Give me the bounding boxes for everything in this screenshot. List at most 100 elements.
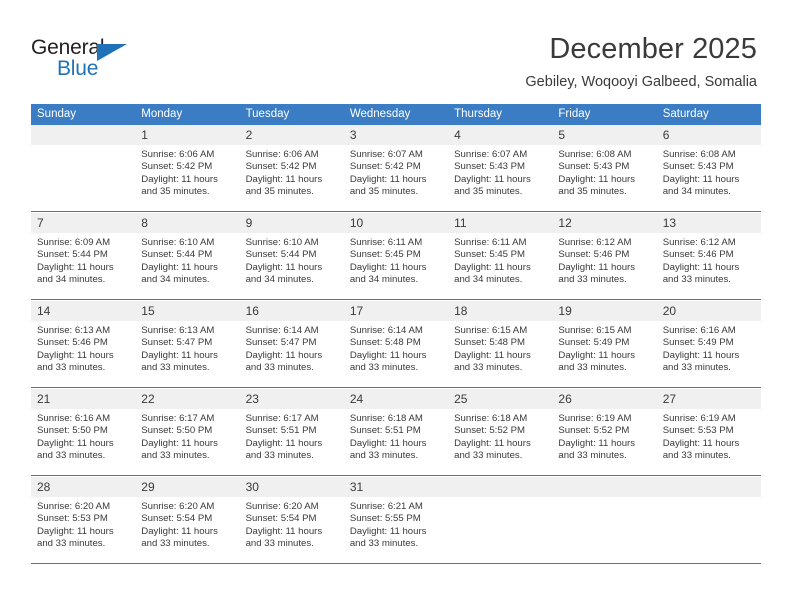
day-number-cell[interactable]: 13 (656, 213, 761, 233)
day-number-cell[interactable]: 9 (239, 213, 344, 233)
day-sunrise-text: Sunrise: 6:20 AM (141, 501, 215, 512)
week-info-row: Sunrise: 6:16 AM Sunset: 5:50 PM Daylight:… (31, 409, 761, 475)
day-number-cell[interactable]: 20 (656, 301, 761, 321)
day-sunrise-text: Sunrise: 6:12 AM (662, 237, 736, 248)
day-daylight1-text: Daylight: 11 hours (37, 525, 114, 537)
day-info-cell: Sunrise: 6:17 AM Sunset: 5:50 PM Daylight:… (135, 409, 239, 475)
day-sunrise-text: Sunrise: 6:14 AM (349, 325, 423, 336)
day-number-cell[interactable]: 12 (552, 213, 657, 233)
day-sunrise-text: Sunrise: 6:11 AM (454, 237, 527, 248)
day-sunset-text: Sunset: 5:43 PM (662, 161, 734, 173)
day-daylight2-text: and 34 minutes. (141, 273, 210, 285)
weekday-header-friday: Friday (552, 104, 657, 125)
day-daylight1-text: Daylight: 11 hours (558, 437, 636, 449)
day-info-cell: Sunrise: 6:09 AM Sunset: 5:44 PM Daylight:… (31, 233, 135, 299)
day-info-cell: Sunrise: 6:19 AM Sunset: 5:52 PM Daylight:… (552, 409, 656, 475)
day-number-cell[interactable]: 25 (448, 389, 553, 409)
weekday-header-sunday: Sunday (31, 104, 136, 125)
day-number-cell[interactable]: 22 (135, 389, 240, 409)
page-title: December 2025 (549, 33, 757, 65)
day-number-cell[interactable]: 11 (448, 213, 553, 233)
day-sunrise-text: Sunrise: 6:18 AM (349, 413, 423, 424)
day-sunset-text: Sunset: 5:47 PM (245, 337, 317, 349)
day-daylight1-text: Daylight: 11 hours (141, 261, 218, 273)
day-daylight2-text: and 33 minutes. (245, 449, 314, 461)
day-number-cell[interactable]: 27 (656, 389, 761, 409)
day-daylight1-text: Daylight: 11 hours (454, 349, 531, 361)
day-number-cell[interactable]: 28 (31, 477, 136, 497)
day-sunset-text: Sunset: 5:53 PM (662, 425, 734, 437)
day-daylight2-text: and 33 minutes. (349, 449, 419, 461)
day-number-cell[interactable]: 5 (552, 125, 657, 145)
day-number-cell[interactable]: 16 (239, 301, 344, 321)
day-daylight1-text: Daylight: 11 hours (349, 261, 427, 273)
day-daylight2-text: and 33 minutes. (349, 537, 419, 549)
day-info-cell: Sunrise: 6:19 AM Sunset: 5:53 PM Daylight:… (657, 409, 761, 475)
day-number-cell[interactable]: 18 (448, 301, 553, 321)
day-number-cell[interactable]: 17 (343, 301, 449, 321)
day-sunset-text: Sunset: 5:42 PM (349, 161, 421, 173)
title-block: December 2025 Gebiley, Woqooyi Galbeed, … (525, 32, 757, 92)
weekday-header-wednesday: Wednesday (343, 104, 449, 125)
day-daylight1-text: Daylight: 11 hours (662, 173, 740, 185)
day-daylight2-text: and 35 minutes. (349, 185, 419, 197)
day-sunrise-text: Sunrise: 6:08 AM (558, 149, 632, 160)
week-daynumber-row: 123456 (31, 125, 761, 145)
day-daylight1-text: Daylight: 11 hours (245, 349, 323, 361)
day-number-cell[interactable]: 19 (552, 301, 657, 321)
sunrise-sunset-calendar: Sunday Monday Tuesday Wednesday Thursday… (31, 104, 761, 565)
day-sunset-text: Sunset: 5:43 PM (558, 161, 630, 173)
day-sunset-text: Sunset: 5:47 PM (141, 337, 213, 349)
day-sunrise-text: Sunrise: 6:15 AM (454, 325, 528, 336)
day-info-cell: Sunrise: 6:14 AM Sunset: 5:47 PM Daylight:… (240, 321, 344, 387)
day-daylight2-text: and 35 minutes. (245, 185, 314, 197)
day-daylight2-text: and 34 minutes. (454, 273, 523, 285)
day-number-cell[interactable]: 1 (135, 125, 240, 145)
day-number-cell[interactable]: 31 (343, 477, 449, 497)
day-number-cell[interactable]: 15 (135, 301, 240, 321)
day-sunrise-text: Sunrise: 6:13 AM (141, 325, 215, 336)
day-info-cell: Sunrise: 6:08 AM Sunset: 5:43 PM Daylight:… (552, 145, 656, 211)
week-daynumber-row: 14 15 16 17 18 19 20 (31, 301, 761, 321)
day-number-cell[interactable]: 29 (135, 477, 240, 497)
day-sunset-text: Sunset: 5:46 PM (37, 337, 108, 349)
day-number-cell[interactable]: 4 (448, 125, 553, 145)
day-number-cell[interactable]: 14 (31, 301, 136, 321)
empty-day-cell (656, 477, 761, 497)
day-daylight1-text: Daylight: 11 hours (141, 525, 218, 537)
day-daylight1-text: Daylight: 11 hours (141, 349, 218, 361)
day-daylight1-text: Daylight: 11 hours (454, 261, 531, 273)
day-daylight2-text: and 33 minutes. (141, 361, 210, 373)
day-info-cell: Sunrise: 6:07 AM Sunset: 5:43 PM Daylight:… (448, 145, 552, 211)
day-daylight1-text: Daylight: 11 hours (245, 437, 323, 449)
empty-day-cell (448, 477, 553, 497)
day-daylight1-text: Daylight: 11 hours (558, 173, 636, 185)
day-number-cell[interactable]: 6 (656, 125, 761, 145)
day-daylight1-text: Daylight: 11 hours (662, 437, 740, 449)
day-daylight2-text: and 33 minutes. (662, 449, 731, 461)
day-info-cell: Sunrise: 6:13 AM Sunset: 5:47 PM Daylight:… (135, 321, 239, 387)
day-number-cell[interactable]: 23 (239, 389, 344, 409)
day-info-cell: Sunrise: 6:14 AM Sunset: 5:48 PM Daylight:… (344, 321, 448, 387)
day-number-cell[interactable]: 3 (343, 125, 449, 145)
day-daylight2-text: and 33 minutes. (245, 361, 314, 373)
day-number-cell[interactable]: 7 (31, 213, 136, 233)
day-number-cell[interactable]: 10 (343, 213, 449, 233)
day-number-cell[interactable]: 21 (31, 389, 136, 409)
day-number-cell[interactable]: 30 (239, 477, 344, 497)
day-info-cell: Sunrise: 6:18 AM Sunset: 5:51 PM Daylight:… (344, 409, 448, 475)
day-daylight1-text: Daylight: 11 hours (37, 261, 114, 273)
day-number-cell[interactable]: 2 (239, 125, 344, 145)
empty-info-cell (657, 497, 761, 563)
day-sunset-text: Sunset: 5:52 PM (558, 425, 630, 437)
day-sunset-text: Sunset: 5:51 PM (349, 425, 421, 437)
general-blue-logo[interactable]: General Blue (31, 36, 141, 84)
day-sunset-text: Sunset: 5:52 PM (454, 425, 526, 437)
empty-day-cell (552, 477, 657, 497)
day-sunrise-text: Sunrise: 6:09 AM (37, 237, 111, 248)
day-number-cell[interactable]: 26 (552, 389, 657, 409)
day-sunset-text: Sunset: 5:50 PM (37, 425, 108, 437)
day-number-cell[interactable]: 8 (135, 213, 240, 233)
day-number-cell[interactable]: 24 (343, 389, 449, 409)
day-daylight2-text: and 33 minutes. (662, 361, 731, 373)
